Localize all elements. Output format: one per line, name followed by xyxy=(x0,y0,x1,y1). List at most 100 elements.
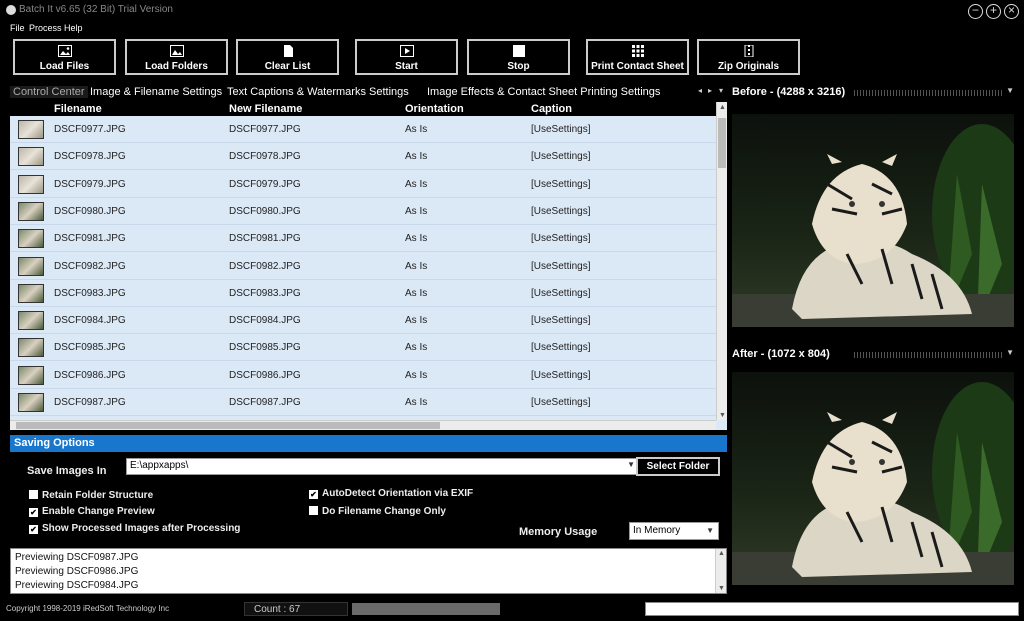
row-filename: DSCF0978.JPG xyxy=(54,151,126,163)
print-contact-sheet-label: Print Contact Sheet xyxy=(591,61,684,72)
table-row[interactable]: DSCF0978.JPG DSCF0978.JPG As Is [UseSetting… xyxy=(10,143,716,171)
row-orientation: As Is xyxy=(405,397,428,408)
row-new-filename: DSCF0982.JPG xyxy=(229,260,301,272)
tab-text-captions-watermarks[interactable]: Text Captions & Watermarks Settings xyxy=(227,86,409,98)
row-caption: [UseSettings] xyxy=(531,315,591,327)
row-caption: [UseSettings] xyxy=(531,205,591,217)
row-new-filename: DSCF0986.JPG xyxy=(229,369,301,381)
tab-image-effects-contact-sheet[interactable]: Image Effects & Contact Sheet Printing S… xyxy=(427,86,660,98)
tab-scroll-left-icon[interactable]: ◂ xyxy=(698,86,702,95)
table-row[interactable]: DSCF0986.JPG DSCF0986.JPG As Is [UseSetting… xyxy=(10,362,716,389)
thumbnail xyxy=(18,311,44,331)
show-processed-images-checkbox[interactable]: ✔ Show Processed Images after Processing xyxy=(29,523,240,534)
table-row[interactable]: DSCF0987.JPG DSCF0987.JPG As Is [UseSetting… xyxy=(10,389,716,416)
file-grid: Filename New Filename Orientation Captio… xyxy=(10,102,727,430)
row-orientation: As Is xyxy=(405,151,428,163)
grid-icon xyxy=(631,45,644,57)
maximize-button[interactable]: + xyxy=(986,4,1001,19)
table-row[interactable]: DSCF0984.JPG DSCF0984.JPG As Is [UseSetting… xyxy=(10,307,716,335)
row-new-filename: DSCF0987.JPG xyxy=(229,397,301,408)
row-orientation: As Is xyxy=(405,124,428,135)
row-caption: [UseSettings] xyxy=(531,397,591,408)
table-row[interactable]: DSCF0979.JPG DSCF0979.JPG As Is [UseSetting… xyxy=(10,171,716,198)
row-orientation: As Is xyxy=(405,260,428,272)
tab-control-center[interactable]: Control Center xyxy=(10,86,88,98)
load-files-button[interactable]: Load Files xyxy=(13,39,116,75)
memory-usage-select[interactable]: In Memory ▼ xyxy=(629,522,719,540)
table-row[interactable]: DSCF0985.JPG DSCF0985.JPG As Is [UseSetting… xyxy=(10,334,716,362)
row-caption: [UseSettings] xyxy=(531,124,591,135)
checkbox-box[interactable]: ✔ xyxy=(29,525,38,534)
scroll-down-icon[interactable]: ▼ xyxy=(717,412,727,419)
memory-usage-label: Memory Usage xyxy=(519,526,598,538)
zip-originals-label: Zip Originals xyxy=(717,61,780,72)
row-filename: DSCF0982.JPG xyxy=(54,260,126,272)
column-new-filename[interactable]: New Filename xyxy=(229,103,302,115)
chevron-down-icon[interactable]: ▼ xyxy=(706,526,714,535)
column-orientation[interactable]: Orientation xyxy=(405,103,464,115)
row-orientation: As Is xyxy=(405,315,428,327)
autodetect-orientation-checkbox[interactable]: ✔ AutoDetect Orientation via EXIF xyxy=(309,488,473,499)
play-icon xyxy=(399,45,414,57)
before-preview-image xyxy=(732,114,1014,327)
grid-horizontal-scrollbar[interactable] xyxy=(10,420,716,430)
row-new-filename: DSCF0980.JPG xyxy=(229,205,301,217)
zip-originals-button[interactable]: Zip Originals xyxy=(697,39,800,75)
header-grip xyxy=(854,90,1004,96)
scroll-down-icon[interactable]: ▼ xyxy=(716,585,726,592)
checkbox-box[interactable] xyxy=(309,506,318,515)
image-icon xyxy=(57,45,72,57)
checkbox-label: Show Processed Images after Processing xyxy=(42,523,241,534)
enable-change-preview-checkbox[interactable]: ✔ Enable Change Preview xyxy=(29,506,155,517)
retain-folder-structure-checkbox[interactable]: Retain Folder Structure xyxy=(29,490,153,501)
clear-list-label: Clear List xyxy=(264,61,311,72)
checkbox-box[interactable]: ✔ xyxy=(29,508,38,517)
tab-scroll-right-icon[interactable]: ▸ xyxy=(708,86,712,95)
log-scrollbar[interactable]: ▲ ▼ xyxy=(715,549,726,593)
preview-splitter[interactable] xyxy=(732,330,1014,344)
table-row[interactable]: DSCF0982.JPG DSCF0982.JPG As Is [UseSetting… xyxy=(10,253,716,280)
menu-help[interactable]: Help xyxy=(64,23,83,33)
row-new-filename: DSCF0985.JPG xyxy=(229,342,301,354)
filename-change-only-checkbox[interactable]: Do Filename Change Only xyxy=(309,506,446,517)
row-caption: [UseSettings] xyxy=(531,260,591,272)
table-row[interactable]: DSCF0980.JPG DSCF0980.JPG As Is [UseSetting… xyxy=(10,198,716,225)
checkbox-box[interactable]: ✔ xyxy=(309,490,318,499)
table-row[interactable]: DSCF0977.JPG DSCF0977.JPG As Is [UseSetting… xyxy=(10,116,716,143)
grid-vertical-scrollbar[interactable]: ▲ ▼ xyxy=(716,102,727,420)
document-icon xyxy=(283,45,293,57)
thumbnail xyxy=(18,147,44,167)
select-folder-button[interactable]: Select Folder xyxy=(636,457,720,476)
scroll-up-icon[interactable]: ▲ xyxy=(716,550,726,557)
scroll-up-icon[interactable]: ▲ xyxy=(717,104,727,111)
table-row[interactable]: DSCF0983.JPG DSCF0983.JPG As Is [UseSetting… xyxy=(10,280,716,307)
column-caption[interactable]: Caption xyxy=(531,103,572,115)
saving-options-header: Saving Options xyxy=(10,435,727,452)
chevron-down-icon[interactable]: ▼ xyxy=(1006,86,1014,95)
chevron-down-icon[interactable]: ▼ xyxy=(627,460,635,469)
save-path-input[interactable]: E:\appxapps\ ▼ xyxy=(126,458,640,475)
row-filename: DSCF0985.JPG xyxy=(54,342,126,354)
start-button[interactable]: Start xyxy=(355,39,458,75)
table-row[interactable]: DSCF0981.JPG DSCF0981.JPG As Is [UseSetting… xyxy=(10,225,716,253)
save-images-in-label: Save Images In xyxy=(27,465,107,477)
row-filename: DSCF0977.JPG xyxy=(54,124,126,135)
stop-button[interactable]: Stop xyxy=(467,39,570,75)
close-button[interactable]: × xyxy=(1004,4,1019,19)
menu-file[interactable]: File xyxy=(10,23,25,33)
clear-list-button[interactable]: Clear List xyxy=(236,39,339,75)
row-filename: DSCF0981.JPG xyxy=(54,233,126,245)
load-folders-button[interactable]: Load Folders xyxy=(125,39,228,75)
row-orientation: As Is xyxy=(405,369,428,381)
horizontal-scroll-thumb[interactable] xyxy=(16,422,440,429)
title-bar: Batch It v6.65 (32 Bit) Trial Version − … xyxy=(0,0,1024,22)
scroll-thumb[interactable] xyxy=(718,118,726,168)
checkbox-box[interactable] xyxy=(29,490,38,499)
chevron-down-icon[interactable]: ▼ xyxy=(1006,348,1014,357)
minimize-button[interactable]: − xyxy=(968,4,983,19)
tab-list-icon[interactable]: ▾ xyxy=(719,86,723,95)
tab-image-filename-settings[interactable]: Image & Filename Settings xyxy=(90,86,222,98)
menu-process[interactable]: Process xyxy=(29,23,62,33)
print-contact-sheet-button[interactable]: Print Contact Sheet xyxy=(586,39,689,75)
column-filename[interactable]: Filename xyxy=(54,103,102,115)
